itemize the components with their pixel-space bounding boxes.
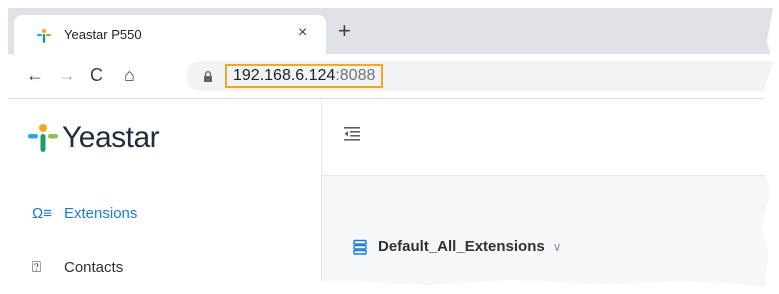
- extension-group-select[interactable]: Default_All_Extensions ∨: [352, 238, 562, 255]
- lock-icon[interactable]: [203, 71, 213, 82]
- chevron-down-icon: ∨: [552, 239, 562, 254]
- new-tab-icon[interactable]: +: [338, 20, 351, 42]
- screenshot-frame: Yeastar P550 × + ← → C ⌂ 192.168.6.124:8…: [8, 8, 773, 286]
- url-highlight[interactable]: 192.168.6.124:8088: [225, 64, 384, 88]
- sidebar-item-label: Extensions: [64, 205, 138, 222]
- reload-icon[interactable]: C: [90, 65, 103, 85]
- main-content: Default_All_Extensions ∨: [322, 176, 773, 286]
- group-select-label: Default_All_Extensions: [378, 238, 545, 255]
- sidebar-item-extensions[interactable]: Ω≡ Extensions: [32, 205, 137, 222]
- yeastar-logo-icon: [28, 124, 58, 152]
- logo-text: Yeastar: [62, 121, 160, 154]
- browser-tab-bar: Yeastar P550 × +: [8, 8, 773, 54]
- main-header: [322, 99, 773, 176]
- yeastar-favicon-icon: [37, 29, 51, 43]
- group-icon: [353, 239, 367, 255]
- sidebar: Yeastar Ω≡ Extensions ⍰ Contacts: [8, 99, 322, 286]
- contacts-icon: ⍰: [32, 259, 42, 276]
- home-icon[interactable]: ⌂: [124, 65, 135, 85]
- tab-title: Yeastar P550: [64, 27, 142, 42]
- tab-close-icon[interactable]: ×: [298, 24, 307, 42]
- url-host: 192.168.6.124: [233, 67, 336, 84]
- url-port: :8088: [335, 67, 376, 84]
- sidebar-item-contacts[interactable]: ⍰ Contacts: [32, 259, 123, 276]
- forward-icon[interactable]: →: [58, 65, 76, 85]
- collapse-menu-icon[interactable]: [344, 127, 360, 141]
- yeastar-logo: Yeastar: [26, 121, 160, 155]
- browser-tab[interactable]: Yeastar P550 ×: [14, 15, 326, 54]
- browser-toolbar: ← → C ⌂ 192.168.6.124:8088: [8, 54, 773, 99]
- back-icon[interactable]: ←: [26, 65, 44, 85]
- sidebar-item-label: Contacts: [64, 259, 124, 276]
- extensions-icon: Ω≡: [32, 205, 52, 222]
